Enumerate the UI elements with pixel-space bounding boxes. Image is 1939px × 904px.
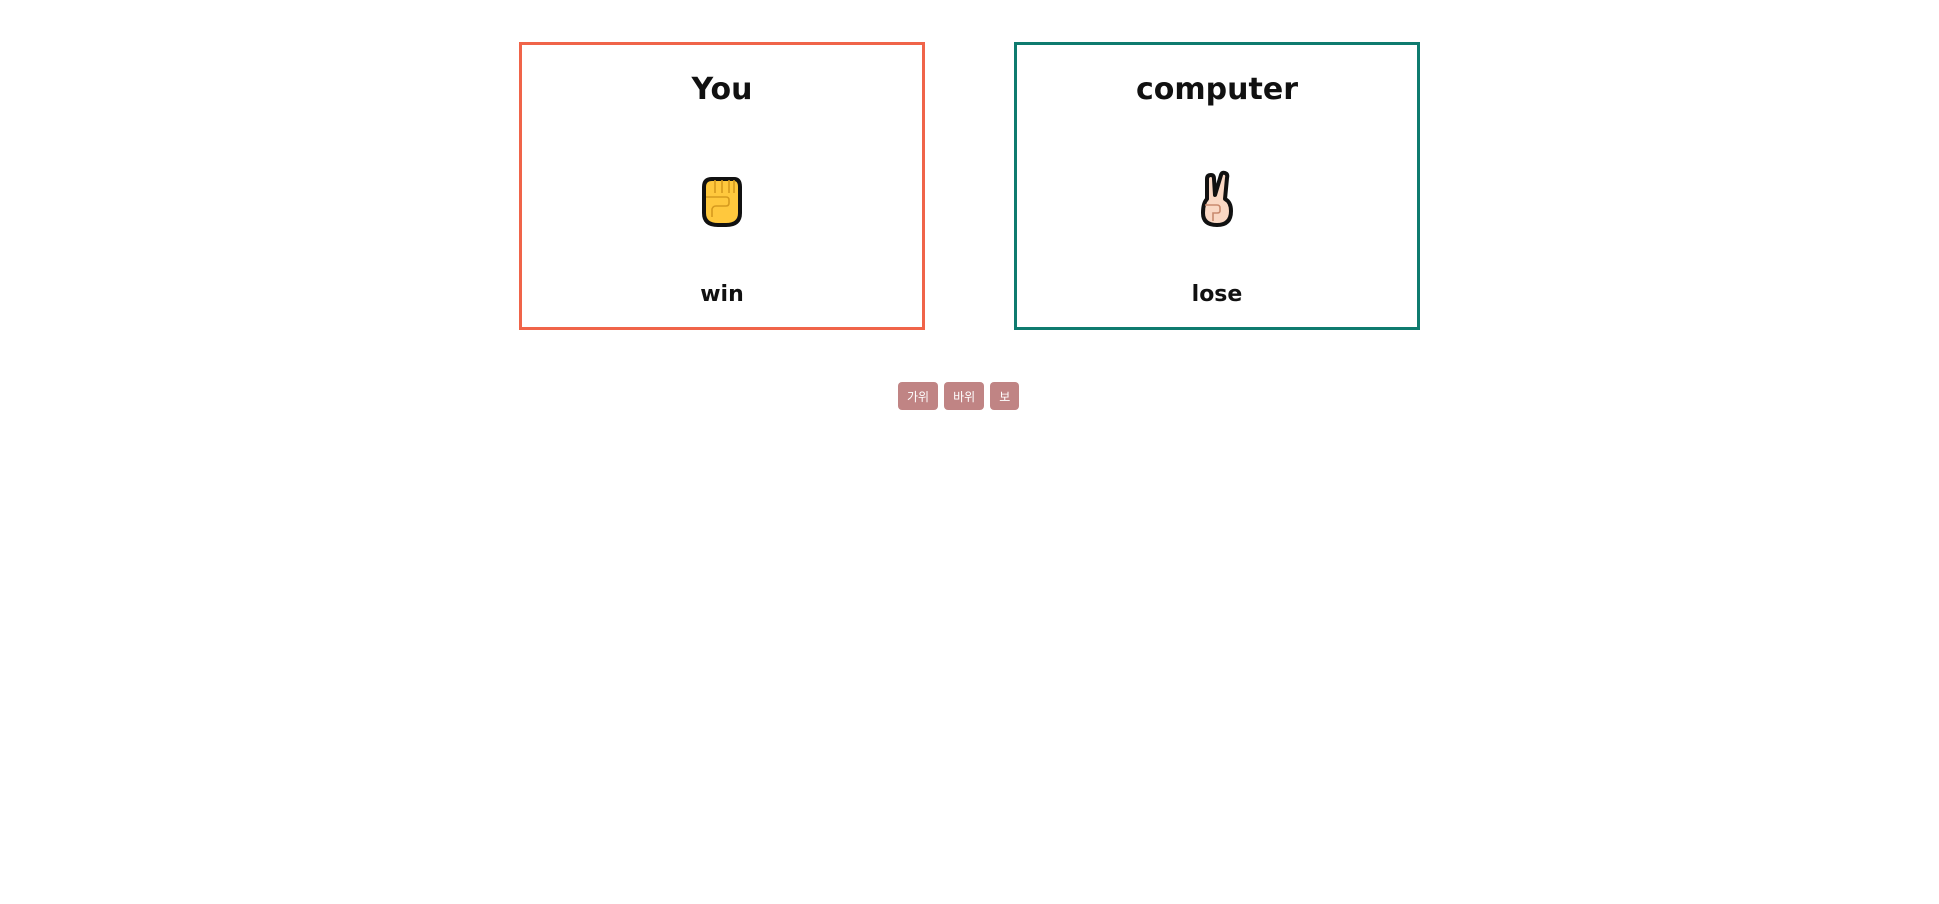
rock-fist-icon: [698, 169, 746, 229]
choice-buttons: 가위 바위 보: [898, 382, 1020, 410]
computer-card: computer lose: [1014, 42, 1420, 330]
user-result-text: win: [700, 282, 744, 307]
scissors-button[interactable]: 가위: [898, 382, 939, 410]
computer-result-text: lose: [1191, 282, 1243, 307]
user-card: You win: [519, 42, 925, 330]
game-stage: You win computer lose 가위 바위 보: [0, 0, 1939, 904]
paper-button[interactable]: 보: [990, 382, 1020, 410]
computer-card-title: computer: [1136, 72, 1298, 107]
user-card-title: You: [691, 72, 753, 107]
rock-button[interactable]: 바위: [944, 382, 985, 410]
scissors-victory-hand-icon: [1193, 169, 1241, 229]
